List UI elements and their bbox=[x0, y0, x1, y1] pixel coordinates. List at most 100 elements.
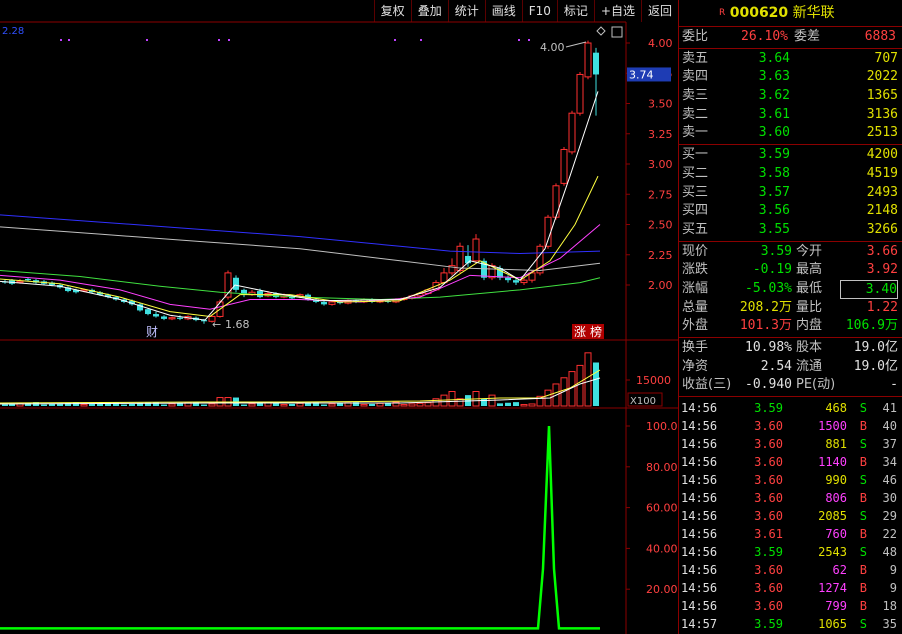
stock-name: 新华联 bbox=[792, 5, 835, 21]
tick-side: S bbox=[859, 617, 867, 632]
fund-label: 收益(三) bbox=[682, 377, 732, 393]
tick-count: 9 bbox=[889, 563, 897, 578]
volume-bar bbox=[280, 404, 288, 407]
tick-row: 14:56 3.60 881 S 37 bbox=[679, 435, 902, 453]
tick-count: 40 bbox=[882, 419, 897, 434]
tick-price: 3.60 bbox=[754, 473, 783, 488]
diamond-icon[interactable] bbox=[596, 26, 606, 36]
fund-label: 净资 bbox=[682, 358, 709, 374]
volume-bar bbox=[376, 402, 384, 407]
tick-volume: 799 bbox=[825, 599, 847, 614]
tick-volume: 1065 bbox=[818, 617, 847, 632]
chart-area[interactable]: 复权叠加统计画线F10标记+自选返回 4.003.753.503.253.002… bbox=[0, 0, 678, 634]
tick-side: B bbox=[859, 581, 867, 596]
tick-price: 3.60 bbox=[754, 491, 783, 506]
volume-bar bbox=[257, 403, 263, 406]
candles bbox=[2, 40, 599, 324]
stat-value: 3.92 bbox=[866, 262, 898, 278]
signal-marker bbox=[146, 39, 148, 41]
event-tag[interactable]: 财 bbox=[146, 325, 158, 339]
fundamental-stats: 换手 10.98% 股本 19.0亿 净资 2.54 流通 19.0亿 收益(三) -0.940 P… bbox=[679, 338, 902, 398]
volume-bar bbox=[328, 403, 336, 407]
tick-list[interactable]: 14:56 3.59 468 S 41 14:56 3.60 1500 B 40 14:56 3.60… bbox=[679, 397, 902, 633]
tick-side: S bbox=[859, 473, 867, 488]
tick-side: B bbox=[859, 491, 867, 506]
signal-marker bbox=[420, 39, 422, 41]
volume-bar bbox=[248, 403, 256, 407]
volume-bar bbox=[129, 403, 135, 406]
fund-value: - bbox=[890, 377, 898, 393]
volume-bar bbox=[408, 403, 416, 407]
ma120-line bbox=[0, 214, 601, 255]
fund-value: -0.940 bbox=[745, 377, 792, 393]
weibi-value: 26.10% bbox=[741, 29, 788, 44]
candle-body bbox=[560, 148, 568, 184]
signal-marker bbox=[528, 39, 530, 41]
candle-body bbox=[177, 317, 183, 319]
indicator-tick-label: 60.00 bbox=[646, 502, 678, 515]
volume-bar bbox=[416, 402, 424, 407]
kline-chart[interactable]: 4.003.753.503.253.002.752.502.252.003.74… bbox=[0, 0, 678, 634]
price-tick-label: 2.75 bbox=[648, 188, 673, 201]
tick-row: 14:56 3.59 468 S 41 bbox=[679, 399, 902, 417]
high-label: 4.00 bbox=[540, 41, 565, 54]
tick-side: S bbox=[859, 509, 867, 524]
stat-value: 106.9万 bbox=[845, 318, 898, 334]
tick-volume: 806 bbox=[825, 491, 847, 506]
ma250-line bbox=[0, 226, 601, 271]
buys-label: 买五 bbox=[682, 221, 709, 237]
stat-value: 3.40 bbox=[840, 279, 898, 299]
tick-count: 9 bbox=[889, 581, 897, 596]
stat-row: 总量 208.2万 量比 1.22 bbox=[679, 299, 902, 318]
indicator-tick-label: 20.00 bbox=[646, 583, 678, 596]
volume-bar bbox=[360, 404, 368, 407]
volume-bar bbox=[481, 398, 487, 406]
event-tag[interactable]: 涨 bbox=[574, 324, 586, 339]
tick-side: S bbox=[859, 401, 867, 416]
tick-volume: 62 bbox=[832, 563, 847, 578]
sells-label: 卖一 bbox=[682, 125, 709, 141]
tick-time: 14:57 bbox=[681, 617, 718, 632]
signal-marker bbox=[394, 39, 396, 41]
buys-row: 买一 3.59 4200 bbox=[679, 146, 902, 165]
tick-row: 14:56 3.60 806 B 30 bbox=[679, 489, 902, 507]
volume-bar bbox=[520, 404, 528, 407]
buys-row: 买五 3.55 3266 bbox=[679, 221, 902, 240]
panel-toggle-icon[interactable] bbox=[611, 26, 623, 38]
tick-count: 34 bbox=[882, 455, 897, 470]
candle-body bbox=[472, 238, 480, 262]
candle-body bbox=[145, 309, 151, 315]
tick-price: 3.60 bbox=[754, 419, 783, 434]
signal-marker bbox=[60, 39, 62, 41]
tick-time: 14:56 bbox=[681, 599, 718, 614]
stat-label: 涨幅 bbox=[682, 280, 709, 296]
volume-bar bbox=[296, 402, 304, 407]
tick-volume: 2543 bbox=[818, 545, 847, 560]
tick-volume: 760 bbox=[825, 527, 847, 542]
candle-body bbox=[328, 301, 336, 305]
volume-bar bbox=[321, 404, 327, 406]
tick-row: 14:56 3.60 62 B 9 bbox=[679, 561, 902, 579]
stat-value: -0.19 bbox=[752, 262, 792, 278]
stat-value: 3.66 bbox=[866, 243, 898, 259]
weibi-label: 委比 bbox=[682, 29, 709, 44]
sells-volume: 707 bbox=[874, 50, 898, 66]
tick-row: 14:56 3.60 1274 B 9 bbox=[679, 579, 902, 597]
stat-row: 现价 3.59 今开 3.66 bbox=[679, 243, 902, 262]
tick-side: S bbox=[859, 545, 867, 560]
event-tag[interactable]: 榜 bbox=[590, 324, 602, 339]
stock-header: R 000620 新华联 bbox=[679, 0, 902, 27]
tick-time: 14:56 bbox=[681, 455, 718, 470]
tick-time: 14:56 bbox=[681, 473, 718, 488]
buys-row: 买三 3.57 2493 bbox=[679, 184, 902, 203]
volume-bar bbox=[241, 404, 247, 406]
price-tick-label: 3.00 bbox=[648, 158, 673, 171]
tick-price: 3.60 bbox=[754, 437, 783, 452]
volume-bar bbox=[201, 404, 207, 406]
sells-row: 卖二 3.61 3136 bbox=[679, 106, 902, 125]
candle-body bbox=[456, 245, 464, 271]
tick-volume: 881 bbox=[825, 437, 847, 452]
tick-count: 30 bbox=[882, 491, 897, 506]
tick-price: 3.60 bbox=[754, 455, 783, 470]
price-tick-label: 2.25 bbox=[648, 249, 673, 262]
